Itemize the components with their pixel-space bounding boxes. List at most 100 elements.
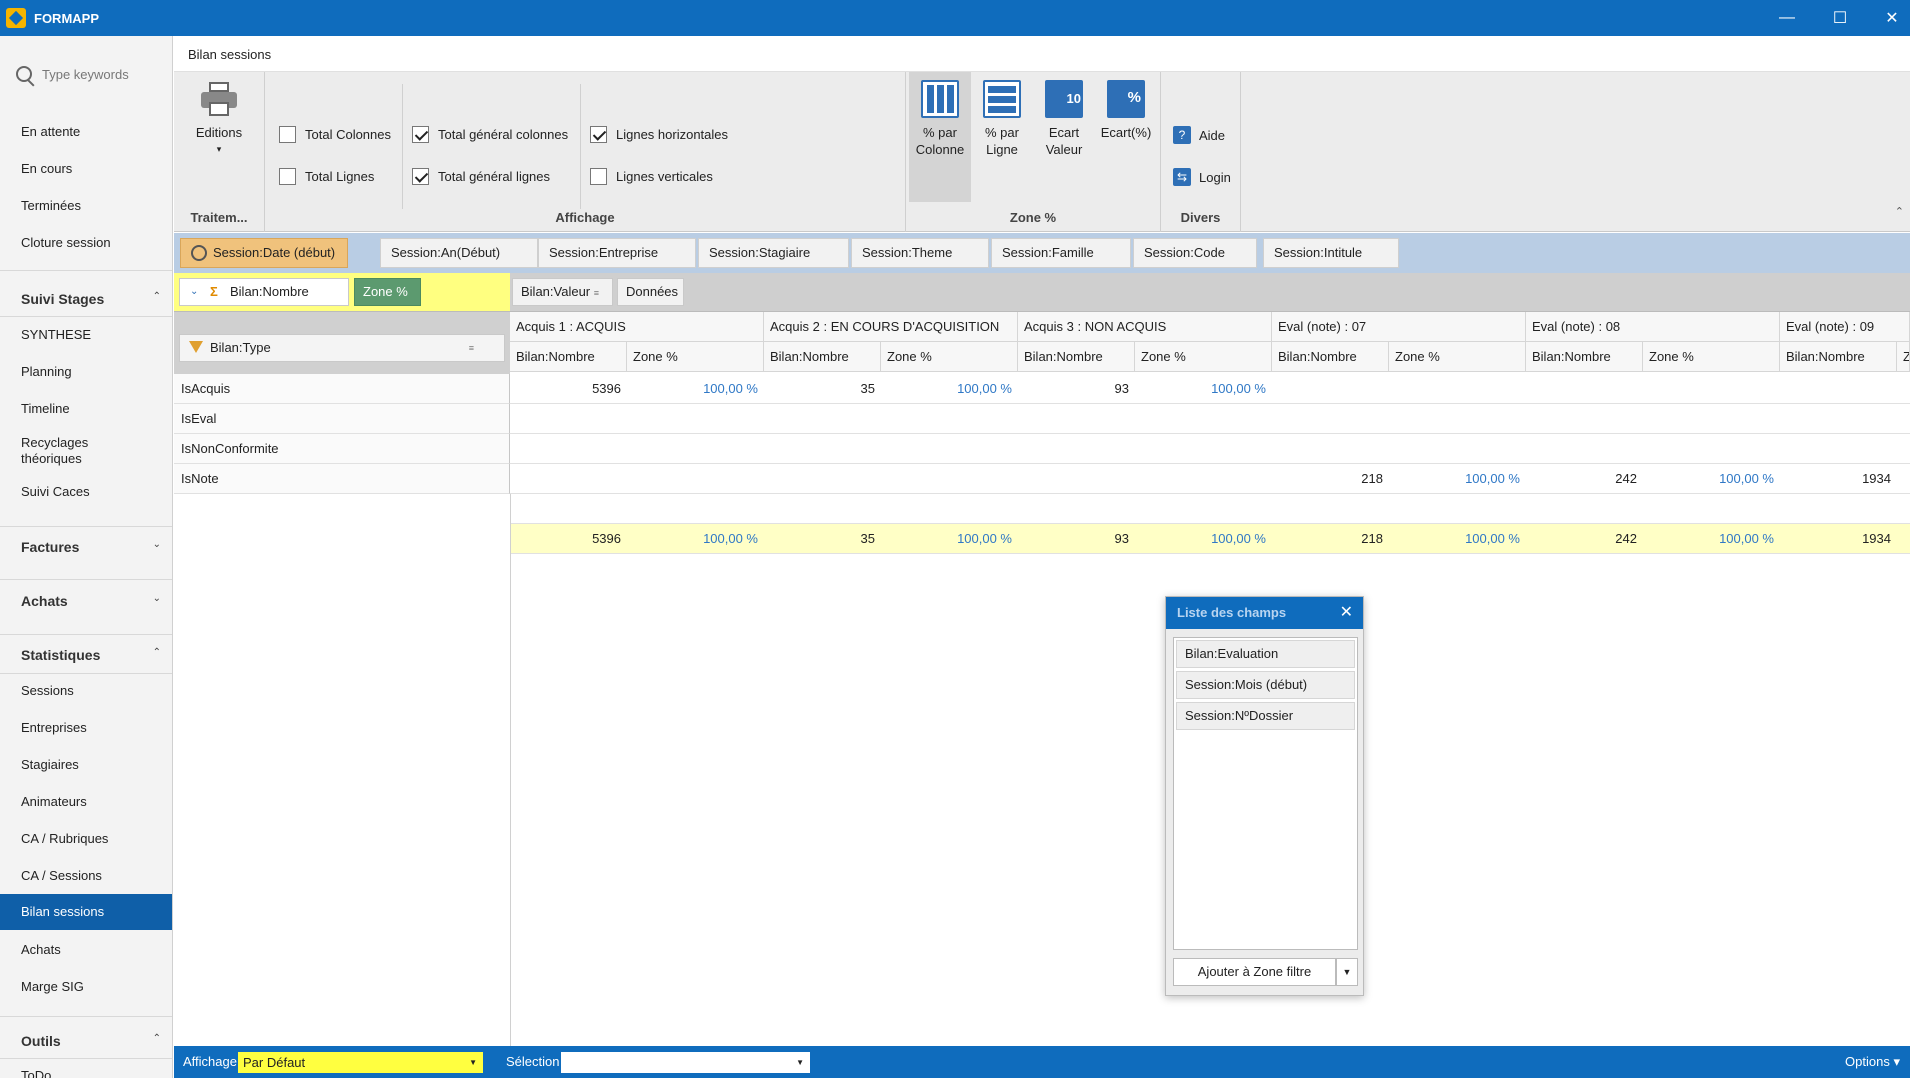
search-box[interactable]: Type keywords bbox=[16, 62, 166, 86]
cell-nombre[interactable]: 1934 bbox=[1780, 524, 1897, 554]
nav-recyclages-theoriques[interactable]: Recyclages théoriques bbox=[21, 435, 131, 467]
row-label[interactable]: IsEval bbox=[174, 404, 510, 434]
printer-icon bbox=[201, 82, 237, 116]
nav-marge-sig[interactable]: Marge SIG bbox=[21, 979, 84, 994]
nav-animateurs[interactable]: Animateurs bbox=[21, 794, 87, 809]
section-outils[interactable]: Outils ⌃ bbox=[21, 1033, 161, 1049]
filter-field-entreprise[interactable]: Session:Entreprise bbox=[538, 238, 696, 268]
maximize-button[interactable]: ☐ bbox=[1815, 0, 1865, 36]
nav-timeline[interactable]: Timeline bbox=[21, 401, 70, 416]
nav-en-attente[interactable]: En attente bbox=[21, 124, 80, 139]
filter-field-stagiaire[interactable]: Session:Stagiaire bbox=[698, 238, 849, 268]
section-suivi-stages[interactable]: Suivi Stages ⌃ bbox=[21, 291, 161, 307]
filter-field-code[interactable]: Session:Code bbox=[1133, 238, 1257, 268]
data-field-bilan-nombre[interactable]: ⌄ Σ Bilan:Nombre bbox=[179, 278, 349, 306]
minimize-button[interactable]: — bbox=[1762, 0, 1812, 36]
cell-nombre[interactable]: 1934 bbox=[1780, 464, 1897, 494]
checkbox-total-colonnes[interactable]: Total Colonnes bbox=[279, 126, 391, 143]
add-dropdown-arrow-icon[interactable]: ▼ bbox=[1336, 958, 1358, 986]
field-item-session-nodossier[interactable]: Session:NºDossier bbox=[1176, 702, 1355, 730]
checkbox-lignes-horizontales[interactable]: Lignes horizontales bbox=[590, 126, 728, 143]
nav-suivi-caces[interactable]: Suivi Caces bbox=[21, 484, 90, 499]
cell-zone-pct[interactable]: 100,00 % bbox=[1135, 374, 1272, 404]
section-factures[interactable]: Factures ⌄ bbox=[21, 539, 161, 555]
cell-nombre[interactable]: 242 bbox=[1526, 464, 1643, 494]
column-group-header[interactable]: Acquis 3 : NON ACQUIS bbox=[1018, 312, 1272, 342]
editions-button[interactable]: Editions ▾ bbox=[188, 82, 250, 158]
filter-zone: Session:Date (début) Session:An(Début) S… bbox=[174, 233, 1910, 273]
cell-zone-pct[interactable]: 100,00 % bbox=[1389, 464, 1526, 494]
cell-nombre[interactable]: 35 bbox=[764, 524, 881, 554]
nav-synthese[interactable]: SYNTHESE bbox=[21, 327, 91, 342]
zone-pct-button[interactable]: Zone % bbox=[354, 278, 421, 306]
cell-nombre[interactable]: 35 bbox=[764, 374, 881, 404]
filter-field-intitule[interactable]: Session:Intitule bbox=[1263, 238, 1399, 268]
options-menu[interactable]: Options ▾ bbox=[1845, 1054, 1900, 1070]
cell-zone-pct[interactable]: 100,00 % bbox=[1135, 524, 1272, 554]
cell-zone-pct[interactable]: 100,00 % bbox=[627, 374, 764, 404]
column-field-bilan-valeur[interactable]: Bilan:Valeur ≡ bbox=[512, 278, 613, 306]
cell-nombre[interactable]: 5396 bbox=[510, 524, 627, 554]
ribbon-group-affichage: Total Colonnes Total Lignes Total généra… bbox=[265, 72, 906, 232]
filter-field-an-debut[interactable]: Session:An(Début) bbox=[380, 238, 538, 268]
ecart-pct-button[interactable]: % Ecart(%) bbox=[1096, 80, 1156, 141]
column-group-header[interactable]: Acquis 1 : ACQUIS bbox=[510, 312, 764, 342]
nav-bilan-sessions[interactable]: Bilan sessions bbox=[0, 894, 172, 930]
filter-field-date-debut[interactable]: Session:Date (début) bbox=[180, 238, 348, 268]
nav-ca-rubriques[interactable]: CA / Rubriques bbox=[21, 831, 108, 846]
cell-zone-pct[interactable]: 100,00 % bbox=[1643, 464, 1780, 494]
nav-ca-sessions[interactable]: CA / Sessions bbox=[21, 868, 102, 883]
pct-par-colonne-button[interactable]: % par Colonne bbox=[909, 72, 971, 202]
column-group-header[interactable]: Acquis 2 : EN COURS D'ACQUISITION bbox=[764, 312, 1018, 342]
cell-zone-pct[interactable]: 100,00 % bbox=[881, 374, 1018, 404]
close-button[interactable]: ✕ bbox=[1867, 0, 1910, 36]
add-to-filter-zone-button[interactable]: Ajouter à Zone filtre bbox=[1173, 958, 1336, 986]
field-item-session-mois-debut[interactable]: Session:Mois (début) bbox=[1176, 671, 1355, 699]
nav-sessions[interactable]: Sessions bbox=[21, 683, 74, 698]
nav-cloture-session[interactable]: Cloture session bbox=[21, 235, 111, 250]
cell-nombre[interactable]: 218 bbox=[1272, 464, 1389, 494]
row-label[interactable]: IsNonConformite bbox=[174, 434, 510, 464]
checkbox-total-lignes[interactable]: Total Lignes bbox=[279, 168, 374, 185]
aide-button[interactable]: ? Aide bbox=[1173, 126, 1225, 144]
donnees-button[interactable]: Données bbox=[617, 278, 684, 306]
close-icon[interactable]: ✕ bbox=[1340, 597, 1353, 629]
row-label[interactable]: IsAcquis bbox=[174, 374, 510, 404]
nav-achats[interactable]: Achats bbox=[21, 942, 61, 957]
column-group-header[interactable]: Eval (note) : 09 bbox=[1780, 312, 1910, 342]
row-label[interactable]: IsNote bbox=[174, 464, 510, 494]
column-group-header[interactable]: Eval (note) : 07 bbox=[1272, 312, 1526, 342]
checkbox-total-general-colonnes[interactable]: Total général colonnes bbox=[412, 126, 568, 143]
affichage-select[interactable]: Par Défaut ▼ bbox=[238, 1052, 483, 1073]
cell-zone-pct[interactable]: 100,00 % bbox=[1643, 524, 1780, 554]
pct-par-ligne-button[interactable]: % par Ligne bbox=[972, 80, 1032, 158]
nav-todo[interactable]: ToDo bbox=[21, 1068, 51, 1078]
checkbox-total-general-lignes[interactable]: Total général lignes bbox=[412, 168, 550, 185]
cell-zone-pct[interactable]: 100,00 % bbox=[627, 524, 764, 554]
cell-nombre[interactable]: 93 bbox=[1018, 524, 1135, 554]
document-tab[interactable]: Bilan sessions bbox=[174, 36, 1910, 72]
nav-stagiaires[interactable]: Stagiaires bbox=[21, 757, 79, 772]
cell-nombre[interactable]: 93 bbox=[1018, 374, 1135, 404]
nav-en-cours[interactable]: En cours bbox=[21, 161, 72, 176]
filter-field-theme[interactable]: Session:Theme bbox=[851, 238, 989, 268]
field-item-bilan-evaluation[interactable]: Bilan:Evaluation bbox=[1176, 640, 1355, 668]
cell-nombre[interactable]: 5396 bbox=[510, 374, 627, 404]
column-group-header[interactable]: Eval (note) : 08 bbox=[1526, 312, 1780, 342]
ecart-valeur-button[interactable]: 10 Ecart Valeur bbox=[1034, 80, 1094, 158]
login-button[interactable]: ⇆ Login bbox=[1173, 168, 1231, 186]
nav-entreprises[interactable]: Entreprises bbox=[21, 720, 87, 735]
collapse-ribbon-icon[interactable]: ⌃ bbox=[1895, 205, 1904, 218]
cell-zone-pct[interactable]: 100,00 % bbox=[1389, 524, 1526, 554]
nav-terminees[interactable]: Terminées bbox=[21, 198, 81, 213]
selection-select[interactable]: ▼ bbox=[561, 1052, 810, 1073]
filter-field-famille[interactable]: Session:Famille bbox=[991, 238, 1131, 268]
cell-zone-pct[interactable]: 100,00 % bbox=[881, 524, 1018, 554]
cell-nombre[interactable]: 242 bbox=[1526, 524, 1643, 554]
section-statistiques[interactable]: Statistiques ⌃ bbox=[21, 647, 161, 663]
row-field-bilan-type[interactable]: Bilan:Type ≡ bbox=[179, 334, 505, 362]
section-achats[interactable]: Achats ⌄ bbox=[21, 593, 161, 609]
nav-planning[interactable]: Planning bbox=[21, 364, 72, 379]
cell-nombre[interactable]: 218 bbox=[1272, 524, 1389, 554]
checkbox-lignes-verticales[interactable]: Lignes verticales bbox=[590, 168, 713, 185]
